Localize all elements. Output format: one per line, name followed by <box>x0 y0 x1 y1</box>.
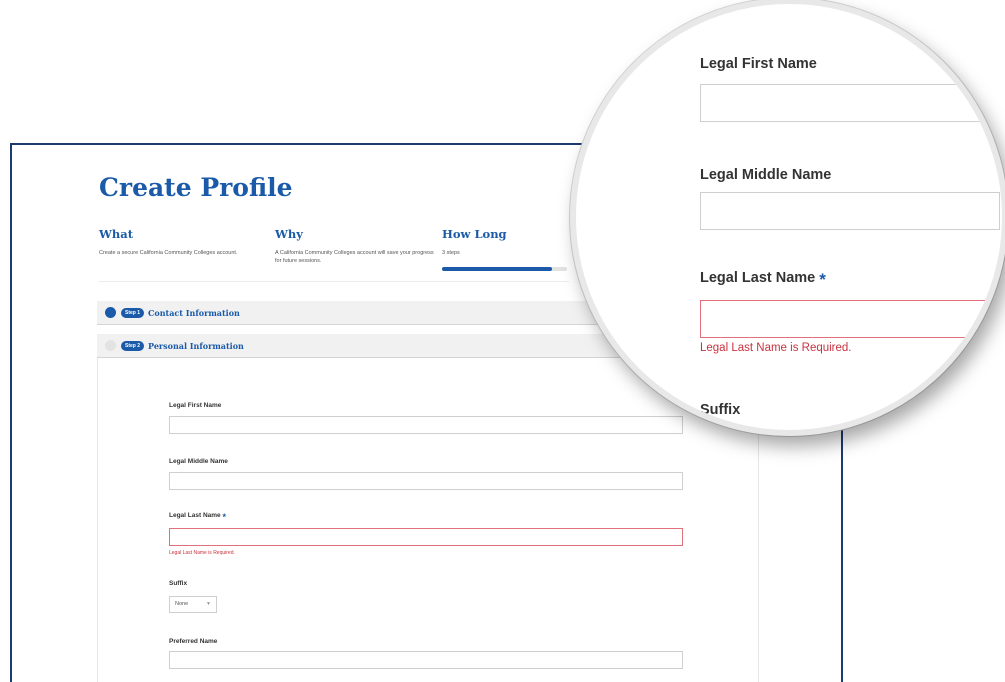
suffix-select[interactable]: None ▼ <box>169 596 217 613</box>
preferred-name-input[interactable] <box>169 651 683 669</box>
first-name-label: Legal First Name <box>169 402 222 409</box>
info-what-heading: What <box>99 227 134 241</box>
magnified-last-name-label-text: Legal Last Name <box>700 270 816 286</box>
last-name-label: Legal Last Name * <box>169 512 226 522</box>
magnified-suffix-label: Suffix <box>700 402 741 418</box>
step-status-dot-icon <box>105 307 116 318</box>
step-badge: Step 1 <box>121 307 145 318</box>
accordion-label: Contact Information <box>148 307 240 318</box>
steps-progress-fill <box>442 267 552 271</box>
suffix-label: Suffix <box>169 580 188 587</box>
info-why-text: A California Community Colleges account … <box>275 250 434 264</box>
middle-name-label: Legal Middle Name <box>169 458 228 465</box>
info-what-text: Create a secure California Community Col… <box>99 250 238 256</box>
chevron-down-icon: ▼ <box>206 601 211 607</box>
suffix-select-value: None <box>175 601 189 607</box>
last-name-input[interactable] <box>169 528 683 546</box>
magnified-last-name-input[interactable] <box>700 300 1000 338</box>
magnified-first-name-input[interactable] <box>700 84 1000 122</box>
required-asterisk: * <box>819 270 826 289</box>
middle-name-input[interactable] <box>169 472 683 490</box>
steps-progress-bar <box>442 267 567 271</box>
required-asterisk: * <box>222 512 226 522</box>
first-name-input[interactable] <box>169 416 683 434</box>
page-title: Create Profile <box>99 173 293 202</box>
info-why-heading: Why <box>275 227 303 241</box>
magnifier-callout: Legal First Name Legal Middle Name Legal… <box>570 0 1005 436</box>
magnified-frame-edge <box>576 146 586 148</box>
step-badge: Step 2 <box>121 340 145 351</box>
magnified-middle-name-input[interactable] <box>700 192 1000 230</box>
divider <box>99 281 569 282</box>
step-status-dot-icon <box>105 340 116 351</box>
magnified-first-name-label: Legal First Name <box>700 56 817 72</box>
info-why: Why A California Community Colleges acco… <box>275 227 435 265</box>
info-what: What Create a secure California Communit… <box>99 227 259 257</box>
last-name-error: Legal Last Name is Required. <box>169 550 235 556</box>
magnified-middle-name-label: Legal Middle Name <box>700 167 832 183</box>
last-name-label-text: Legal Last Name <box>169 512 221 519</box>
preferred-name-label: Preferred Name <box>169 638 218 645</box>
magnified-last-name-error: Legal Last Name is Required. <box>700 342 852 354</box>
accordion-label: Personal Information <box>148 340 244 351</box>
magnified-last-name-label: Legal Last Name * <box>700 270 826 290</box>
